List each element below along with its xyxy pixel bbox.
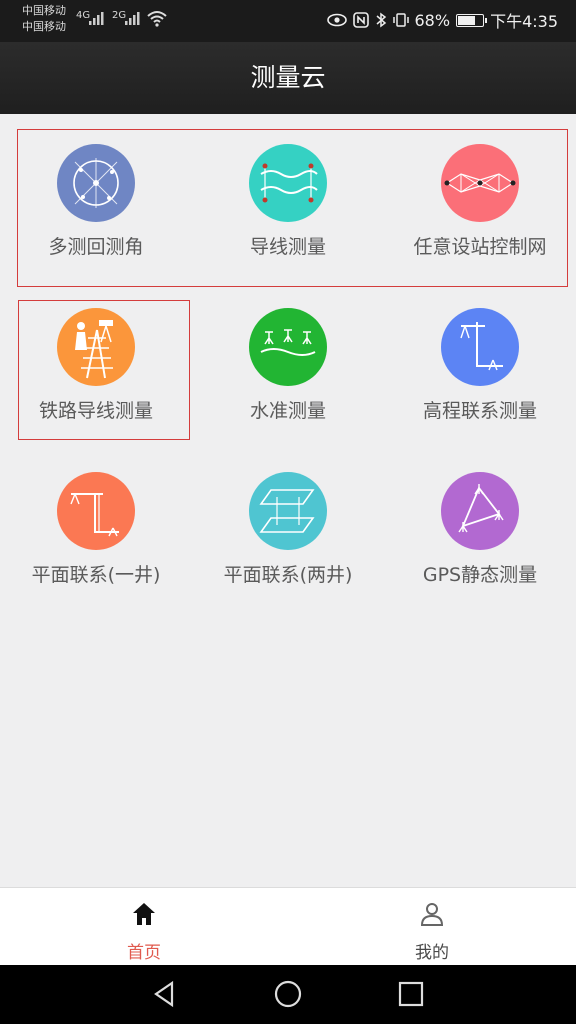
- eye-icon: [326, 13, 347, 27]
- tool-gps-static[interactable]: GPS静态测量: [384, 442, 576, 602]
- highlight-box-railway: [18, 300, 190, 440]
- user-icon: [420, 903, 444, 926]
- battery-percent: 68%: [414, 10, 451, 30]
- bluetooth-icon: [376, 12, 386, 28]
- bottom-nav: 首页 我的: [0, 887, 576, 966]
- system-nav-bar: [0, 965, 576, 1024]
- tool-plane-link-single-shaft[interactable]: 平面联系(一井): [0, 442, 192, 602]
- elevation-link-icon: [441, 308, 519, 386]
- app-bar: 测量云: [0, 42, 576, 114]
- carrier-name-2: 中国移动: [22, 20, 66, 33]
- nav-mine-label: 我的: [415, 943, 449, 963]
- status-bar: 中国移动 中国移动 4G 2G 68% 下午4:35: [0, 0, 576, 42]
- page-title: 测量云: [250, 63, 326, 92]
- single-shaft-icon: [57, 472, 135, 550]
- gps-static-icon: [441, 472, 519, 550]
- back-icon[interactable]: [150, 979, 180, 1009]
- vibrate-icon: [392, 13, 409, 27]
- tool-label: 平面联系(两井): [223, 564, 353, 586]
- leveling-icon: [249, 308, 327, 386]
- carrier-name-1: 中国移动: [22, 4, 66, 17]
- tool-plane-link-double-shaft[interactable]: 平面联系(两井): [192, 442, 384, 602]
- clock: 下午4:35: [490, 12, 558, 31]
- nav-home-label: 首页: [127, 943, 161, 963]
- nav-mine[interactable]: 我的: [288, 888, 576, 966]
- tool-label: 高程联系测量: [422, 400, 537, 422]
- signal-icon-2: [125, 12, 140, 25]
- status-right-group: 68% 下午4:35: [326, 8, 558, 32]
- double-shaft-icon: [249, 472, 327, 550]
- tool-label: 平面联系(一井): [31, 564, 161, 586]
- tool-leveling[interactable]: 水准测量: [192, 278, 384, 438]
- wifi-icon: [147, 11, 167, 27]
- nfc-icon: [352, 12, 369, 28]
- home-circle-icon[interactable]: [273, 979, 303, 1009]
- nav-home[interactable]: 首页: [0, 888, 288, 966]
- battery-icon: [456, 13, 488, 27]
- carrier-info: 中国移动 中国移动: [22, 3, 66, 35]
- home-icon: [133, 903, 155, 925]
- tool-label: 水准测量: [249, 400, 326, 422]
- signal-icon: [89, 12, 104, 25]
- highlight-box-row1: [17, 129, 568, 287]
- tool-elevation-link[interactable]: 高程联系测量: [384, 278, 576, 438]
- tool-label: GPS静态测量: [422, 564, 538, 586]
- recents-icon[interactable]: [396, 979, 426, 1009]
